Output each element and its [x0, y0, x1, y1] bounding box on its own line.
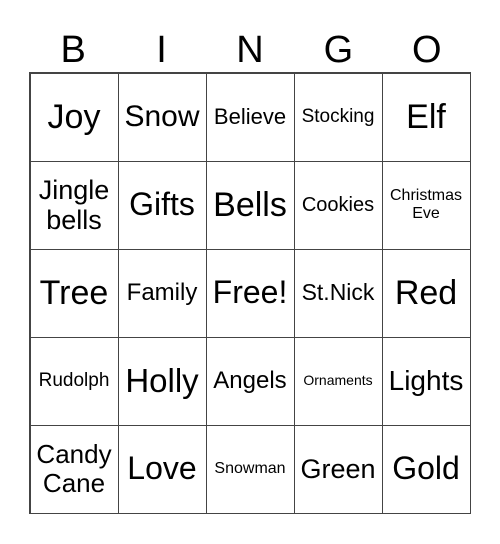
bingo-cell[interactable]: Snowman	[205, 424, 295, 514]
header-letter-b: B	[60, 29, 86, 71]
bingo-cell[interactable]: Gifts	[117, 160, 207, 250]
bingo-cell[interactable]: Family	[117, 248, 207, 338]
bingo-cell[interactable]: Jingle bells	[29, 160, 119, 250]
bingo-cell[interactable]: St.Nick	[293, 248, 383, 338]
header-letter-i: I	[156, 29, 167, 71]
bingo-cell[interactable]: Angels	[205, 336, 295, 426]
bingo-cell[interactable]: Snow	[117, 72, 207, 162]
bingo-cell[interactable]: Holly	[117, 336, 207, 426]
bingo-cell[interactable]: Christmas Eve	[381, 160, 471, 250]
bingo-cell[interactable]: Tree	[29, 248, 119, 338]
bingo-cell[interactable]: Love	[117, 424, 207, 514]
header-letter-g: G	[323, 29, 354, 71]
bingo-cell[interactable]: Free!	[205, 248, 295, 338]
bingo-cell[interactable]: Lights	[381, 336, 471, 426]
bingo-cell[interactable]: Bells	[205, 160, 295, 250]
header-letter-o: O	[411, 29, 442, 71]
bingo-cell[interactable]: Green	[293, 424, 383, 514]
bingo-cell[interactable]: Cookies	[293, 160, 383, 250]
bingo-cell[interactable]: Ornaments	[293, 336, 383, 426]
bingo-header: B I N G O	[29, 28, 471, 72]
bingo-cell[interactable]: Red	[381, 248, 471, 338]
header-letter-n: N	[236, 29, 264, 71]
bingo-cell[interactable]: Joy	[29, 72, 119, 162]
bingo-cell[interactable]: Rudolph	[29, 336, 119, 426]
bingo-grid: Joy Snow Believe Stocking Elf Jingle bells Gif…	[29, 72, 471, 514]
bingo-cell[interactable]: Stocking	[293, 72, 383, 162]
bingo-cell[interactable]: Believe	[205, 72, 295, 162]
bingo-cell[interactable]: Elf	[381, 72, 471, 162]
bingo-cell[interactable]: Gold	[381, 424, 471, 514]
bingo-cell[interactable]: Candy Cane	[29, 424, 119, 514]
